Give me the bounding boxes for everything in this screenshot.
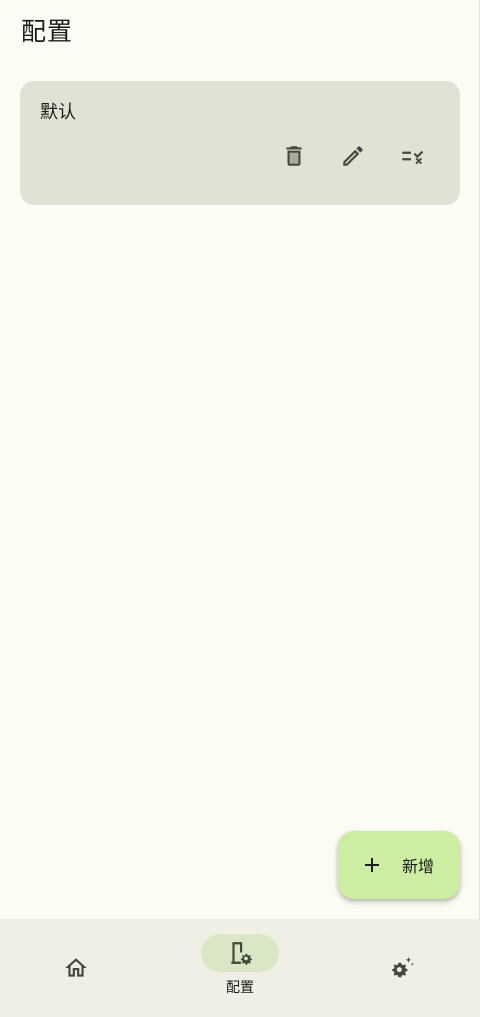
nav-item-settings[interactable] [320,919,480,1017]
select-button[interactable] [388,136,436,176]
profile-actions [270,136,447,176]
nav-item-home[interactable] [0,919,160,1017]
profile-card[interactable]: 默认 [20,81,460,205]
delete-button[interactable] [270,136,318,176]
home-icon [65,958,87,977]
nav-item-config[interactable]: 配置 [160,919,320,1017]
edit-button[interactable] [329,136,377,176]
config-device-settings-icon [231,942,252,965]
bottom-navigation: 配置 [0,919,480,1017]
page-title: 配置 [21,17,74,46]
add-profile-label: 新增 [402,857,435,876]
plus-icon [360,853,384,877]
nav-indicator-config [201,934,279,972]
settings-sparkle-icon [392,957,414,978]
add-profile-button[interactable]: 新增 [338,831,460,899]
nav-indicator-settings [363,949,441,987]
delete-icon [286,146,302,166]
nav-label-config: 配置 [226,980,254,996]
nav-indicator-home [37,949,115,987]
edit-icon [343,146,363,166]
profile-name: 默认 [40,102,76,123]
playlist-remove-icon [402,150,424,165]
